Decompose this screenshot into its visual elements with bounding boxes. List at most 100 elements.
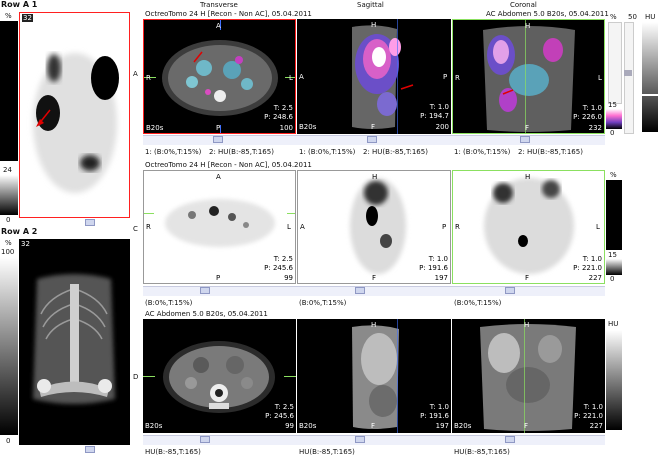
orient-f-cor: F — [525, 124, 530, 132]
row-a1-colorbar[interactable]: % 24 0 — [0, 12, 18, 224]
row-a-series-left: OctreoTomo 24 H [Recon - Non AC], 05.04.… — [145, 10, 312, 18]
row-c-sagittal-n: 197 — [434, 274, 448, 282]
orient-f-d: F — [371, 422, 376, 430]
right-top-color-bar[interactable] — [606, 109, 622, 129]
orient-p: P — [216, 124, 221, 132]
header-transverse: Transverse — [200, 1, 238, 9]
row-d-sagittal-ct-view[interactable]: H F T: 1.0 P: 191.6 197 B20s — [297, 319, 451, 433]
right-bottom-hu: HU — [608, 320, 619, 328]
row-a-coronal-p: P: 226.0 — [573, 113, 602, 121]
row-a-series-right: AC Abdomen 5.0 B20s, 05.04.2011 — [486, 10, 609, 18]
row-c-footer-1: (B:0%,T:15%) — [145, 299, 193, 307]
row-d-transverse-slider[interactable] — [200, 436, 210, 443]
row-a2-scroll-button[interactable] — [85, 446, 95, 453]
right-top-percent: % — [610, 13, 617, 21]
row-a2-title: Row A 2 — [1, 227, 38, 236]
row-c-sagittal-slider[interactable] — [355, 287, 365, 294]
right-top-window-thumb[interactable] — [624, 70, 632, 76]
row-a-transverse-slider[interactable] — [213, 136, 223, 143]
row-c-coronal-slider[interactable] — [505, 287, 515, 294]
row-a-sagittal-fusion-view[interactable]: H F A P T: 1.0 P: 194.7 200 B20s — [297, 19, 451, 134]
orient-a-c: A — [216, 173, 221, 181]
row-a-transverse-fusion-view[interactable]: A P R L T: 2.5 P: 248.6 100 B20s — [143, 19, 296, 134]
row-c-transverse-t: T: 2.5 — [273, 255, 293, 263]
row-c-sagittal-p: P: 191.6 — [419, 264, 448, 272]
row-d-coronal-t: T: 1.0 — [583, 403, 603, 411]
orient-l-cor: L — [598, 74, 602, 82]
row-c-coronal-n: 227 — [588, 274, 602, 282]
row-a-sagittal-n: 200 — [435, 123, 449, 131]
row-a2-colorbar[interactable]: % 100 0 — [0, 239, 18, 449]
right-top-hu: HU — [645, 13, 656, 21]
row-d-transverse-ct-view[interactable]: T: 2.5 P: 245.6 99 B20s — [143, 319, 296, 433]
row-a1-mip-view[interactable]: 32 — [19, 12, 130, 218]
row-a2-topogram-image — [33, 274, 115, 404]
row-d-sagittal-slider[interactable] — [355, 436, 365, 443]
row-a-coronal-n: 232 — [588, 124, 602, 132]
row-a1-low-value: 0 — [6, 216, 11, 224]
row-a-sagittal-p: P: 194.7 — [420, 112, 449, 120]
row-a-letter: A — [133, 70, 138, 78]
row-d-transverse-p: P: 245.6 — [265, 412, 294, 420]
row-d-sagittal-p: P: 191.6 — [420, 412, 449, 420]
right-top-hu-bar[interactable] — [642, 22, 658, 132]
row-a-footer-2b: 2: HU(B:-85,T:165) — [363, 148, 428, 156]
row-d-transverse-kernel: B20s — [145, 422, 163, 430]
row-d-sagittal-n: 197 — [435, 422, 449, 430]
orient-a-c-sag: A — [300, 223, 305, 231]
right-bottom-hu-bar[interactable] — [606, 330, 622, 430]
row-a-transverse-kernel: B20s — [146, 124, 164, 132]
row-a-coronal-fusion-view[interactable]: H F R L T: 1.0 P: 226.0 232 — [452, 19, 605, 134]
row-a-transverse-n: 100 — [279, 124, 293, 132]
right-top-max: 50 — [628, 13, 637, 21]
row-c-transverse-slider[interactable] — [200, 287, 210, 294]
orient-r-c: R — [146, 223, 151, 231]
row-a2-low-value: 0 — [6, 437, 11, 445]
right-mid-bar[interactable] — [606, 180, 622, 250]
right-mid-gradient[interactable] — [606, 259, 622, 275]
row-a-sagittal-kernel: B20s — [299, 123, 317, 131]
orient-h-d: H — [371, 321, 377, 329]
row-d-transverse-t: T: 2.5 — [274, 403, 294, 411]
row-a-sagittal-slider[interactable] — [367, 136, 377, 143]
row-c-letter: C — [133, 225, 138, 233]
row-a1-scroll-button[interactable] — [85, 219, 95, 226]
orient-h-c: H — [372, 173, 378, 181]
row-a1-percent: % — [5, 12, 12, 20]
row-d-coronal-ct-view[interactable]: H F T: 1.0 P: 221.0 227 B20s — [452, 319, 605, 433]
right-top-mid: 15 — [608, 101, 617, 109]
orient-r-c-cor: R — [455, 223, 460, 231]
row-d-coronal-slider[interactable] — [505, 436, 515, 443]
right-top-window-slider[interactable] — [624, 22, 634, 134]
right-top-slider[interactable] — [608, 22, 622, 104]
row-c-scroll-bar[interactable] — [143, 286, 605, 296]
row-d-coronal-p: P: 221.0 — [574, 412, 603, 420]
row-a1-mip-image — [33, 53, 119, 193]
row-c-transverse-pet-view[interactable]: A P R L T: 2.5 P: 245.6 99 — [143, 170, 296, 284]
row-a2-topogram-view[interactable]: 32 — [19, 239, 130, 445]
row-a2-percent: % — [5, 239, 12, 247]
row-a1-mid-value: 24 — [3, 166, 12, 174]
header-sagittal: Sagittal — [357, 1, 384, 9]
row-a1-title: Row A 1 — [1, 0, 38, 9]
row-d-scroll-bar[interactable] — [143, 435, 605, 445]
orient-h-d-cor: H — [524, 321, 530, 329]
row-c-coronal-t: T: 1.0 — [582, 255, 602, 263]
right-mid-low: 0 — [610, 275, 615, 283]
row-c-coronal-pet-view[interactable]: H F R L T: 1.0 P: 221.0 227 — [452, 170, 605, 284]
row-a-coronal-slider[interactable] — [520, 136, 530, 143]
orient-p-c: P — [216, 274, 221, 282]
row-c-sagittal-pet-view[interactable]: H F A P T: 1.0 P: 191.6 197 — [297, 170, 451, 284]
right-mid-percent: % — [610, 171, 617, 179]
row-a-transverse-p: P: 248.6 — [264, 113, 293, 121]
orient-f-c-cor: F — [525, 274, 530, 282]
orient-f: F — [371, 123, 376, 131]
orient-p-c-sag: P — [442, 223, 447, 231]
header-coronal: Coronal — [510, 1, 537, 9]
row-d-sagittal-kernel: B20s — [299, 422, 317, 430]
row-c-footer-3: (B:0%,T:15%) — [454, 299, 502, 307]
row-a-footer-3a: 1: (B:0%,T:15%) — [454, 148, 511, 156]
row-c-transverse-n: 99 — [284, 274, 293, 282]
row-a-footer-2a: 1: (B:0%,T:15%) — [299, 148, 356, 156]
row-c-series-left: OctreoTomo 24 H [Recon - Non AC], 05.04.… — [145, 161, 312, 169]
